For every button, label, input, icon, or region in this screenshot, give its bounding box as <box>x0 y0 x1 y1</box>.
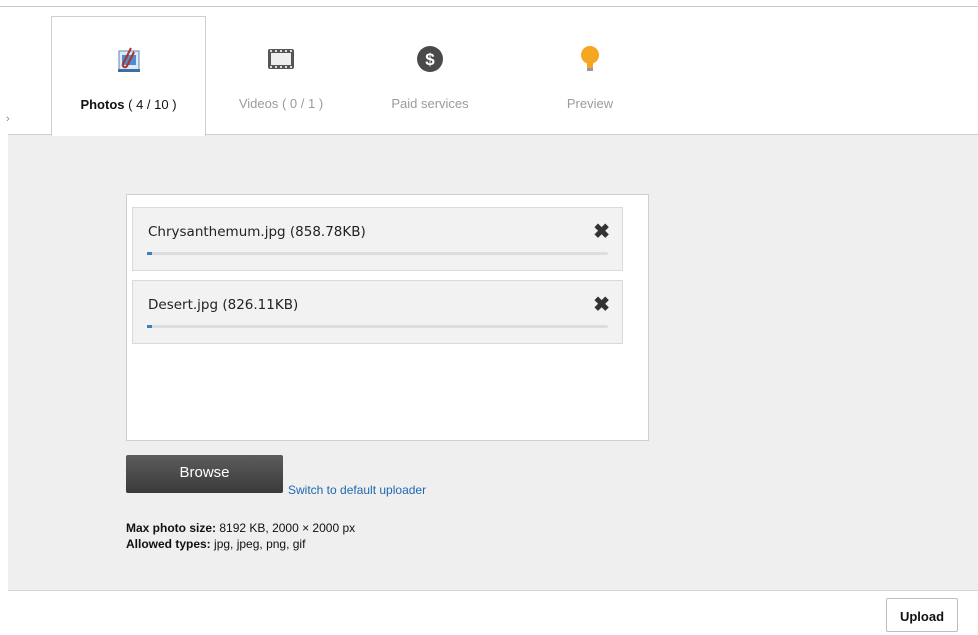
tab-photos-title: Photos <box>80 97 125 112</box>
tab-photos[interactable]: Photos ( 4 / 10 ) <box>51 16 206 136</box>
upload-item: Desert.jpg (826.11KB) ✖ <box>132 280 623 344</box>
remove-file-icon[interactable]: ✖ <box>593 293 610 317</box>
tab-paid-services-label: Paid services <box>391 96 469 111</box>
tab-preview[interactable]: Preview <box>535 16 645 134</box>
upload-queue: Chrysanthemum.jpg (858.78KB) ✖ Desert.jp… <box>126 194 649 441</box>
upload-panel: Chrysanthemum.jpg (858.78KB) ✖ Desert.jp… <box>8 134 978 591</box>
file-name: Chrysanthemum.jpg (858.78KB) <box>148 224 366 240</box>
max-size-value: 8192 KB, 2000 × 2000 px <box>219 521 356 535</box>
progress-track <box>147 252 608 255</box>
allowed-types-label: Allowed types: <box>126 537 211 551</box>
tab-preview-label: Preview <box>566 96 614 111</box>
dollar-coin-icon: $ <box>417 46 443 72</box>
tab-photos-label: Photos ( 4 / 10 ) <box>52 97 205 112</box>
tab-videos[interactable]: Videos ( 0 / 1 ) <box>215 16 347 134</box>
upload-limits: Max photo size: 8192 KB, 2000 × 2000 px … <box>126 520 355 552</box>
lightbulb-icon <box>581 46 599 71</box>
tab-videos-label: Videos ( 0 / 1 ) <box>238 96 324 111</box>
film-strip-icon <box>268 49 294 69</box>
progress-fill <box>147 325 152 328</box>
upload-button[interactable]: Upload <box>886 598 958 632</box>
allowed-types-value: jpg, jpeg, png, gif <box>214 537 306 551</box>
svg-text:$: $ <box>425 50 435 69</box>
chevron-icon: › <box>6 113 10 125</box>
tab-bar: › Photos ( 4 / 10 ) Videos ( 0 / 1 ) $ P… <box>0 16 978 136</box>
tab-paid-services[interactable]: $ Paid services <box>366 16 494 134</box>
file-name: Desert.jpg (826.11KB) <box>148 297 299 313</box>
photo-paperclip-icon <box>117 47 140 72</box>
progress-track <box>147 325 608 328</box>
switch-uploader-link[interactable]: Switch to default uploader <box>288 483 426 497</box>
max-size-label: Max photo size: <box>126 521 217 535</box>
upload-item: Chrysanthemum.jpg (858.78KB) ✖ <box>132 207 623 271</box>
tab-photos-count: ( 4 / 10 ) <box>128 97 177 112</box>
top-divider <box>0 6 978 7</box>
remove-file-icon[interactable]: ✖ <box>593 220 610 244</box>
browse-button[interactable]: Browse <box>126 455 283 493</box>
progress-fill <box>147 252 152 255</box>
